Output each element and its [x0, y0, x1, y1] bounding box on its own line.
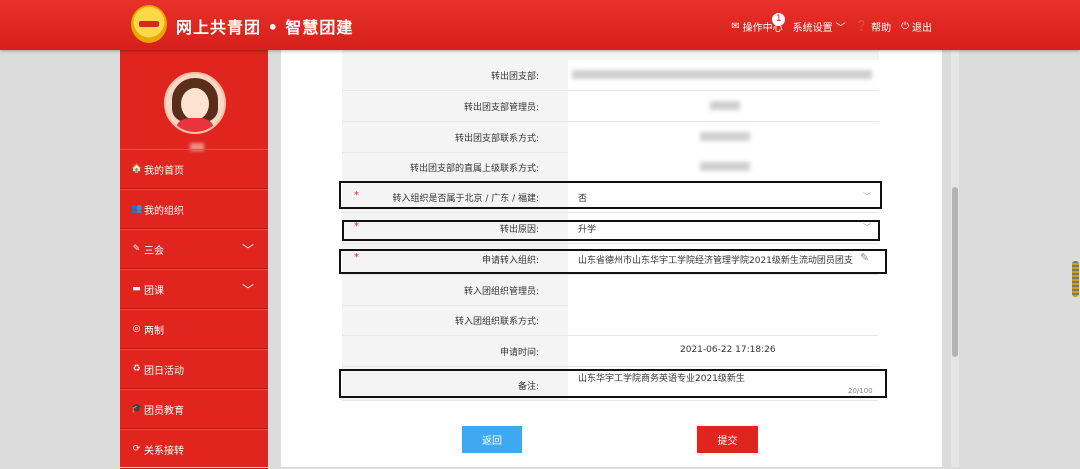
help-link[interactable]: ❓ 帮助	[856, 19, 891, 34]
sidebar-item-label: 我的组织	[144, 205, 184, 217]
sidebar-item-member-education[interactable]: 🎓 团员教育	[120, 389, 268, 429]
form-row-out-parent-contact: 转出团支部的直属上级联系方式:	[342, 152, 879, 183]
field-label: 转入团组织联系方式:	[454, 317, 539, 327]
sidebar-item-label: 我的首页	[144, 165, 184, 177]
field-label: 转入团组织管理员:	[463, 287, 539, 297]
highlight-box	[339, 369, 887, 398]
sidebar-item-league-day[interactable]: ♻ 团日活动	[120, 349, 268, 389]
home-icon: 🏠	[131, 164, 143, 174]
user-avatar[interactable]	[164, 72, 226, 134]
ops-center-link[interactable]: ✉ 操作中心 1	[731, 13, 786, 34]
resize-handle[interactable]	[1072, 261, 1079, 297]
form-row-apply-time: 申请时间: 2021-06-22 17:18:26	[342, 336, 879, 367]
logout-label: 退出	[912, 23, 932, 34]
settings-menu[interactable]: 系统设置 ﹀	[793, 19, 846, 34]
sidebar-item-label: 三会	[144, 245, 164, 257]
blurred-value	[572, 70, 872, 79]
graduation-cap-icon: 🎓	[131, 404, 143, 414]
form-row-in-admin: 转入团组织管理员:	[342, 275, 879, 306]
field-label: 转出团支部联系方式:	[454, 134, 539, 144]
notification-badge: 1	[772, 13, 786, 26]
back-button[interactable]: 返回	[462, 426, 522, 453]
edit-icon: ✎	[132, 244, 141, 254]
sidebar-item-league-class[interactable]: ▬ 团课 ﹀	[120, 269, 268, 309]
sidebar-item-transfer[interactable]: ⟳ 关系接转	[120, 429, 268, 469]
refresh-icon: ⟳	[132, 444, 141, 454]
apply-time-value: 2021-06-22 17:18:26	[680, 345, 776, 355]
field-label: 转出团支部管理员:	[463, 103, 539, 113]
sidebar-item-three-meetings[interactable]: ✎ 三会 ﹀	[120, 229, 268, 269]
power-icon: ⏻	[901, 21, 909, 32]
form-row-out-branch: 转出团支部:	[342, 60, 879, 91]
field-label: 申请时间:	[499, 348, 539, 358]
submit-button[interactable]: 提交	[697, 426, 758, 453]
sidebar-menu: 🏠 我的首页 👥 我的组织 ✎ 三会 ﹀ ▬ 团课 ﹀ ◎ 两制 ♻ 团日活动 🎓 团员教育 ⟳ 关…	[120, 149, 268, 469]
highlight-box	[339, 249, 887, 274]
sidebar-item-label: 团日活动	[144, 365, 184, 377]
envelope-icon: ✉	[731, 21, 740, 32]
sidebar-item-my-org[interactable]: 👥 我的组织	[120, 189, 268, 229]
blurred-value	[700, 132, 750, 141]
field-label: 转出团支部的直属上级联系方式:	[409, 164, 539, 174]
field-label: 转出团支部:	[490, 72, 539, 82]
chevron-down-icon: ﹀	[835, 23, 846, 34]
users-icon: 👥	[131, 204, 143, 214]
form-row-out-admin: 转出团支部管理员:	[342, 91, 879, 122]
form-row-in-contact: 转入团组织联系方式:	[342, 305, 879, 336]
target-icon: ◎	[132, 324, 141, 334]
top-nav: ✉ 操作中心 1 系统设置 ﹀ ❓ 帮助 ⏻ 退出	[731, 13, 932, 34]
highlight-box	[342, 220, 880, 241]
highlight-box	[339, 181, 882, 209]
chevron-down-icon: ﹀	[241, 243, 254, 257]
question-icon: ❓	[855, 21, 869, 32]
top-bar: 网上共青团 • 智慧团建 ✉ 操作中心 1 系统设置 ﹀ ❓ 帮助 ⏻ 退出	[0, 0, 1080, 50]
sidebar-item-label: 团课	[144, 285, 164, 297]
chevron-down-icon: ﹀	[241, 283, 254, 297]
sidebar-item-two-systems[interactable]: ◎ 两制	[120, 309, 268, 349]
recycle-icon: ♻	[132, 364, 141, 374]
sidebar-item-home[interactable]: 🏠 我的首页	[120, 149, 268, 189]
help-label: 帮助	[871, 23, 892, 34]
blurred-value	[700, 162, 750, 171]
brand-title: 网上共青团 • 智慧团建	[176, 18, 354, 37]
sidebar-item-label: 团员教育	[144, 405, 184, 417]
sidebar-item-label: 关系接转	[144, 445, 184, 457]
sidebar-item-label: 两制	[144, 325, 164, 337]
logout-link[interactable]: ⏻ 退出	[901, 19, 932, 34]
blurred-value	[710, 101, 740, 110]
folder-icon: ▬	[132, 284, 141, 294]
settings-label: 系统设置	[792, 23, 833, 34]
scrollbar-thumb[interactable]	[952, 187, 958, 357]
form-row-out-contact: 转出团支部联系方式:	[342, 122, 879, 153]
sidebar: 🏠 我的首页 👥 我的组织 ✎ 三会 ﹀ ▬ 团课 ﹀ ◎ 两制 ♻ 团日活动 🎓 团员教育 ⟳ 关…	[120, 50, 268, 469]
youth-league-logo	[131, 5, 167, 43]
